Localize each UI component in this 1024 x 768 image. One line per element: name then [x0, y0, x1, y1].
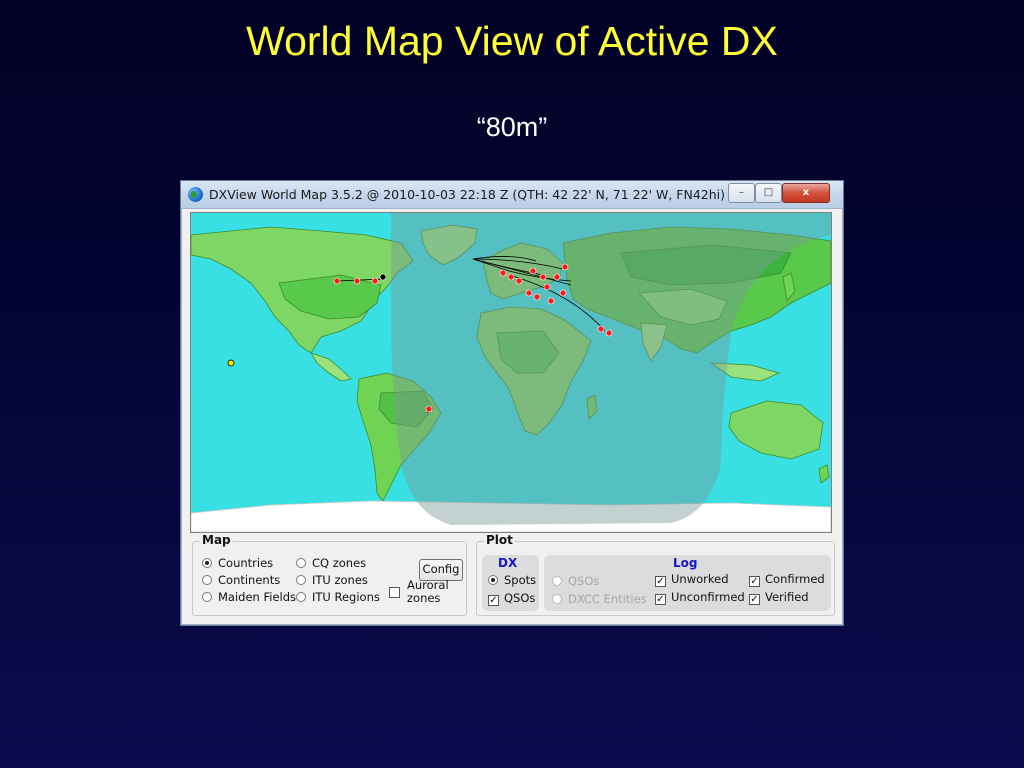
radio-countries[interactable]: Countries — [202, 556, 273, 570]
window-title: DXView World Map 3.5.2 @ 2010-10-03 22:1… — [209, 187, 726, 202]
radio-indicator — [296, 575, 306, 585]
spot-marker[interactable] — [553, 273, 561, 281]
dx-qsos-label: QSOs — [504, 591, 536, 605]
spot-marker[interactable] — [605, 329, 613, 337]
log-verified-checkbox[interactable]: ✓ Verified — [749, 590, 809, 605]
slide-title: World Map View of Active DX — [246, 18, 778, 64]
spot-marker[interactable] — [499, 269, 507, 277]
world-map[interactable] — [190, 212, 832, 533]
radio-indicator — [552, 594, 562, 604]
log-qsos-radio: QSOs — [552, 574, 599, 588]
log-verified-label: Verified — [765, 590, 809, 604]
spot-marker[interactable] — [525, 289, 533, 297]
radio-indicator — [202, 575, 212, 585]
slide-subtitle: “80m” — [476, 112, 548, 142]
map-options-group: Map Countries Continents Maiden Fields C… — [192, 533, 467, 616]
checkbox-indicator: ✓ — [655, 576, 666, 587]
checkbox-indicator: ✓ — [655, 594, 666, 605]
dx-qsos-checkbox[interactable]: ✓ QSOs — [488, 591, 535, 606]
auroral-label-line2: zones — [407, 591, 441, 605]
spot-marker[interactable] — [333, 277, 341, 285]
log-unconfirmed-checkbox[interactable]: ✓ Unconfirmed — [655, 590, 745, 605]
radio-countries-label: Countries — [218, 556, 274, 570]
radio-indicator — [296, 558, 306, 568]
auroral-zones-label: Auroral zones — [407, 579, 449, 605]
radio-cq-zones-label: CQ zones — [312, 556, 367, 570]
radio-indicator — [202, 592, 212, 602]
spot-marker[interactable] — [529, 267, 537, 275]
dx-spots-label: Spots — [504, 573, 537, 587]
radio-continents-label: Continents — [218, 573, 281, 587]
spot-marker[interactable] — [379, 273, 387, 281]
log-dxcc-entities-radio: DXCC Entities — [552, 592, 647, 606]
close-button[interactable]: x — [782, 183, 830, 203]
dx-spots-radio[interactable]: Spots — [488, 573, 536, 587]
spot-marker[interactable] — [371, 277, 379, 285]
spot-marker[interactable] — [543, 283, 551, 291]
auroral-zones-checkbox[interactable] — [389, 586, 405, 600]
radio-maiden-fields-label: Maiden Fields — [218, 590, 297, 604]
checkbox-indicator — [389, 587, 400, 598]
checkbox-indicator: ✓ — [488, 595, 499, 606]
spot-marker[interactable] — [547, 297, 555, 305]
log-unworked-checkbox[interactable]: ✓ Unworked — [655, 572, 729, 587]
radio-itu-zones[interactable]: ITU zones — [296, 573, 368, 587]
radio-itu-zones-label: ITU zones — [312, 573, 368, 587]
spot-marker[interactable] — [561, 263, 569, 271]
spot-marker[interactable] — [425, 405, 433, 413]
dx-subpanel: DX Spots ✓ QSOs — [482, 555, 539, 611]
log-confirmed-checkbox[interactable]: ✓ Confirmed — [749, 572, 825, 587]
spot-marker[interactable] — [539, 273, 547, 281]
window-titlebar[interactable]: DXView World Map 3.5.2 @ 2010-10-03 22:1… — [181, 181, 843, 209]
dxview-window: DXView World Map 3.5.2 @ 2010-10-03 22:1… — [180, 180, 844, 626]
radio-indicator — [552, 576, 562, 586]
spot-marker[interactable] — [507, 273, 515, 281]
spot-marker[interactable] — [533, 293, 541, 301]
spot-marker[interactable] — [559, 289, 567, 297]
radio-itu-regions-label: ITU Regions — [312, 590, 380, 604]
hawaii-marker[interactable] — [227, 359, 235, 367]
radio-itu-regions[interactable]: ITU Regions — [296, 590, 380, 604]
checkbox-indicator: ✓ — [749, 594, 760, 605]
radio-maiden-fields[interactable]: Maiden Fields — [202, 590, 296, 604]
plot-options-group: Plot DX Spots ✓ QSOs QSOs DXCC Entities L… — [476, 533, 835, 616]
log-heading: Log — [673, 556, 698, 570]
spot-marker[interactable] — [515, 277, 523, 285]
minimize-button[interactable]: – — [728, 183, 755, 203]
log-qsos-label: QSOs — [568, 574, 600, 588]
checkbox-indicator: ✓ — [749, 576, 760, 587]
log-unconfirmed-label: Unconfirmed — [671, 590, 745, 604]
log-confirmed-label: Confirmed — [765, 572, 825, 586]
radio-continents[interactable]: Continents — [202, 573, 280, 587]
map-group-legend: Map — [200, 533, 233, 547]
spot-marker[interactable] — [597, 325, 605, 333]
log-dxcc-entities-label: DXCC Entities — [568, 592, 647, 606]
log-subpanel: QSOs DXCC Entities Log ✓ Unworked ✓ Confir… — [544, 555, 831, 611]
radio-indicator — [488, 575, 498, 585]
maximize-button[interactable]: □ — [755, 183, 782, 203]
spot-marker[interactable] — [353, 277, 361, 285]
dx-heading: DX — [498, 556, 518, 570]
world-map-canvas — [191, 213, 831, 532]
radio-indicator — [296, 592, 306, 602]
radio-indicator — [202, 558, 212, 568]
plot-group-legend: Plot — [484, 533, 515, 547]
radio-cq-zones[interactable]: CQ zones — [296, 556, 366, 570]
log-unworked-label: Unworked — [671, 572, 729, 586]
globe-icon — [188, 187, 203, 202]
